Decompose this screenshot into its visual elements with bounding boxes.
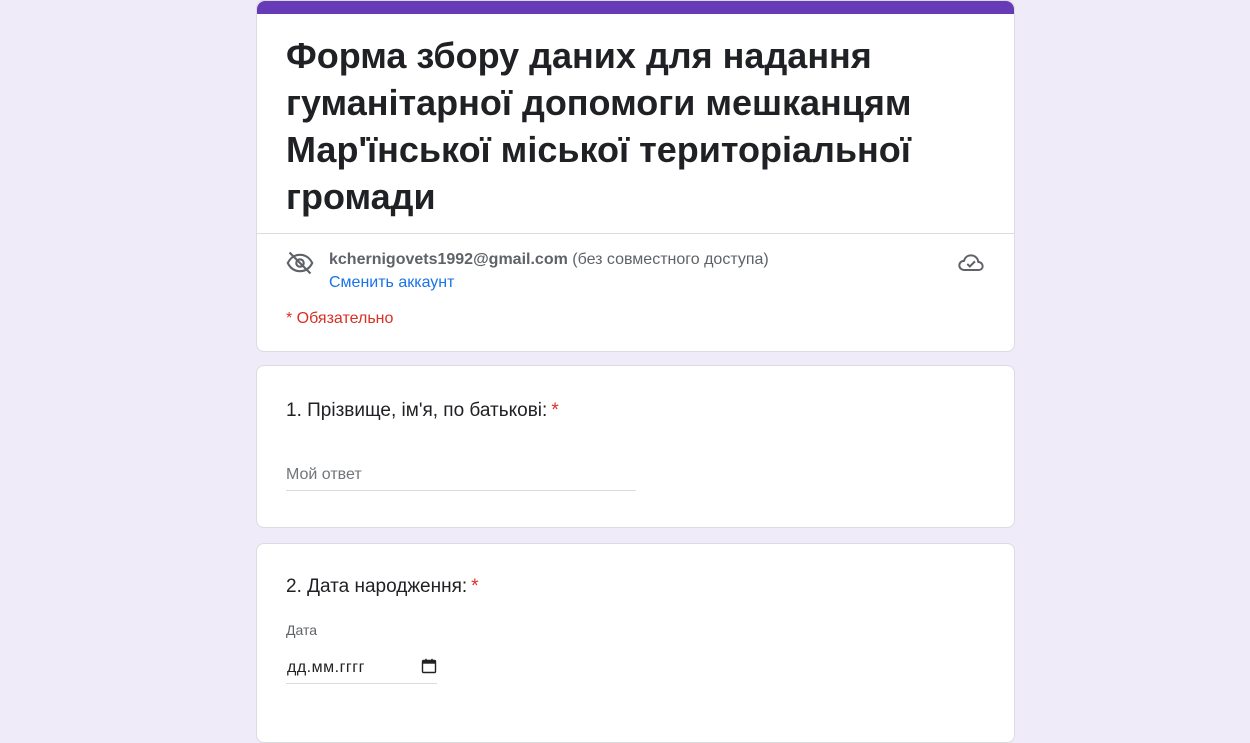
date-placeholder: дд.мм.гггг <box>287 659 365 676</box>
date-label: Дата <box>286 622 318 638</box>
required-note: * Обязательно <box>286 310 394 327</box>
calendar-icon[interactable] <box>421 658 437 674</box>
question-text-1: 1. Прізвище, ім'я, по батькові: <box>286 400 548 421</box>
question-text-2: 2. Дата народження: <box>286 576 468 597</box>
eye-off-icon <box>286 249 314 277</box>
form-header-card: Форма збору даних для надання гуманітарн… <box>256 0 1015 352</box>
form-title: Форма збору даних для надання гуманітарн… <box>286 35 912 217</box>
birth-date-input[interactable]: дд.мм.гггг <box>286 654 437 684</box>
question-title-1: 1. Прізвище, ім'я, по батькові: * <box>286 398 559 424</box>
cloud-done-icon <box>957 249 985 277</box>
account-row: kchernigovets1992@gmail.com (без совмест… <box>286 245 985 295</box>
required-star-1: * <box>551 400 559 421</box>
switch-account-link[interactable]: Сменить аккаунт <box>329 272 454 294</box>
question-card-2: 2. Дата народження: * Дата дд.мм.гггг <box>256 543 1015 743</box>
header-divider <box>257 233 1014 234</box>
full-name-input[interactable] <box>286 460 636 491</box>
account-email: kchernigovets1992@gmail.com <box>329 251 568 268</box>
question-card-1: 1. Прізвище, ім'я, по батькові: * <box>256 365 1015 528</box>
required-star-2: * <box>471 576 479 597</box>
form-accent-bar <box>257 1 1014 14</box>
sharing-status: (без совместного доступа) <box>572 251 769 268</box>
question-title-2: 2. Дата народження: * <box>286 574 479 600</box>
form-container: Форма збору даних для надання гуманітарн… <box>256 0 1015 743</box>
account-info: kchernigovets1992@gmail.com (без совмест… <box>329 249 769 271</box>
